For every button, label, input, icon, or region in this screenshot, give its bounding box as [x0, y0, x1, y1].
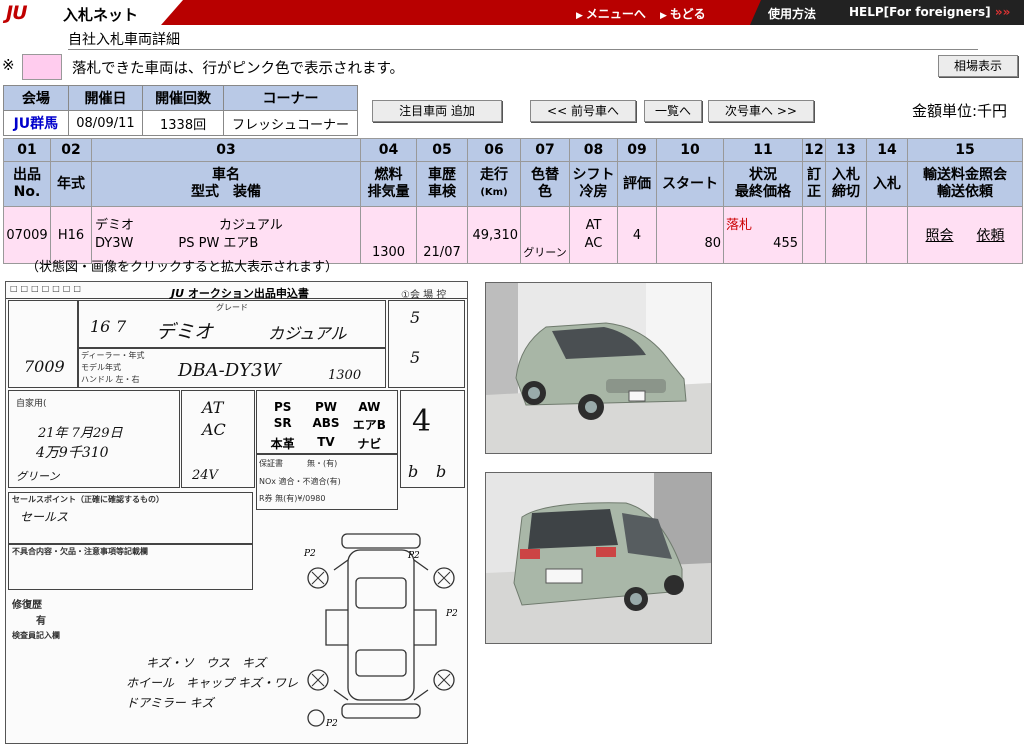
car-grade: カジュアル — [219, 218, 283, 233]
click-hint: （状態図・画像をクリックすると拡大表示されます） — [26, 260, 339, 275]
site-name: 入札ネット — [63, 6, 139, 24]
help-link[interactable]: HELP[For foreigners] »» — [849, 5, 1010, 19]
double-chevron-icon: »» — [994, 5, 1011, 19]
header-bar: JU 入札ネット ▶ メニューへ ▶ もどる 使用方法 HELP[For forei… — [0, 0, 1024, 25]
shift: AT — [585, 218, 602, 233]
legend-note: 落札できた車両は、行がピンク色で表示されます。 — [72, 61, 405, 77]
car-model-code: DY3W — [95, 236, 134, 251]
mileage: 49,310 — [467, 206, 521, 264]
next-vehicle-button[interactable]: 次号車へ >> — [708, 100, 814, 122]
venue-name: JU群馬 — [3, 110, 69, 136]
nav-back-link[interactable]: ▶ もどる — [660, 5, 706, 22]
score: 4 — [617, 206, 657, 264]
status-badge: 落札 — [726, 218, 753, 233]
auction-sheet-image[interactable]: □□□□□□□ JU オークション出品申込書 ①会 場 控 グレード 16 7 … — [5, 281, 468, 744]
vehicle-table: 01 02 03 04 05 06 07 08 09 10 11 12 13 1… — [3, 138, 1023, 264]
currency-unit: 金額単位:千円 — [912, 102, 1008, 120]
car-diagram: P2 P2 P2 P2 — [303, 533, 458, 729]
svg-text:P2: P2 — [445, 609, 458, 619]
color: グリーン — [520, 206, 570, 264]
svg-text:P2: P2 — [303, 549, 316, 559]
auction-info-table: 会場 開催日 開催回数 コーナー JU群馬 08/09/11 1338回 フレッ… — [3, 85, 359, 136]
auction-date: 08/09/11 — [67, 110, 144, 136]
auction-corner: フレッシュコーナー — [222, 110, 359, 136]
ju-logo[interactable]: JU — [6, 2, 27, 24]
page-title: 自社入札車両詳細 — [68, 32, 180, 48]
car-equipment: PS PW エアB — [178, 236, 259, 251]
triangle-right-icon: ▶ — [660, 11, 667, 21]
note-mark: ※ — [2, 56, 15, 74]
prev-vehicle-button[interactable]: << 前号車へ — [530, 100, 636, 122]
market-price-button[interactable]: 相場表示 — [938, 55, 1018, 77]
lot-number: 07009 — [3, 206, 51, 264]
model-year: H16 — [50, 206, 92, 264]
rear-view-photo[interactable] — [485, 472, 712, 644]
shipping-inquiry-link[interactable]: 照会 — [926, 228, 954, 244]
nav-menu-link[interactable]: ▶ メニューへ — [576, 5, 646, 22]
auction-session: 1338回 — [142, 110, 224, 136]
usage-link[interactable]: 使用方法 — [768, 5, 816, 22]
table-row: 07009 H16 デミオ カジュアル DY3W PS PW エアB 1300 21… — [3, 206, 1023, 264]
triangle-right-icon: ▶ — [576, 11, 583, 21]
shipping-request-link[interactable]: 依頼 — [976, 228, 1004, 244]
final-price: 455 — [773, 236, 798, 251]
front-view-photo[interactable] — [485, 282, 712, 454]
svg-text:P2: P2 — [325, 719, 338, 729]
displacement: 1300 — [360, 206, 417, 264]
car-name: デミオ — [95, 218, 135, 233]
sheet-score: 4 — [412, 404, 432, 439]
list-button[interactable]: 一覧へ — [644, 100, 702, 122]
svg-text:P2: P2 — [407, 551, 420, 561]
sheet-title: JU オークション出品申込書 — [171, 287, 309, 300]
pink-legend-swatch — [22, 54, 62, 80]
air-conditioning: AC — [584, 236, 603, 251]
inspection-expiry: 21/07 — [416, 206, 468, 264]
watch-add-button[interactable]: 注目車両 追加 — [372, 100, 502, 122]
start-price: 80 — [656, 206, 724, 264]
